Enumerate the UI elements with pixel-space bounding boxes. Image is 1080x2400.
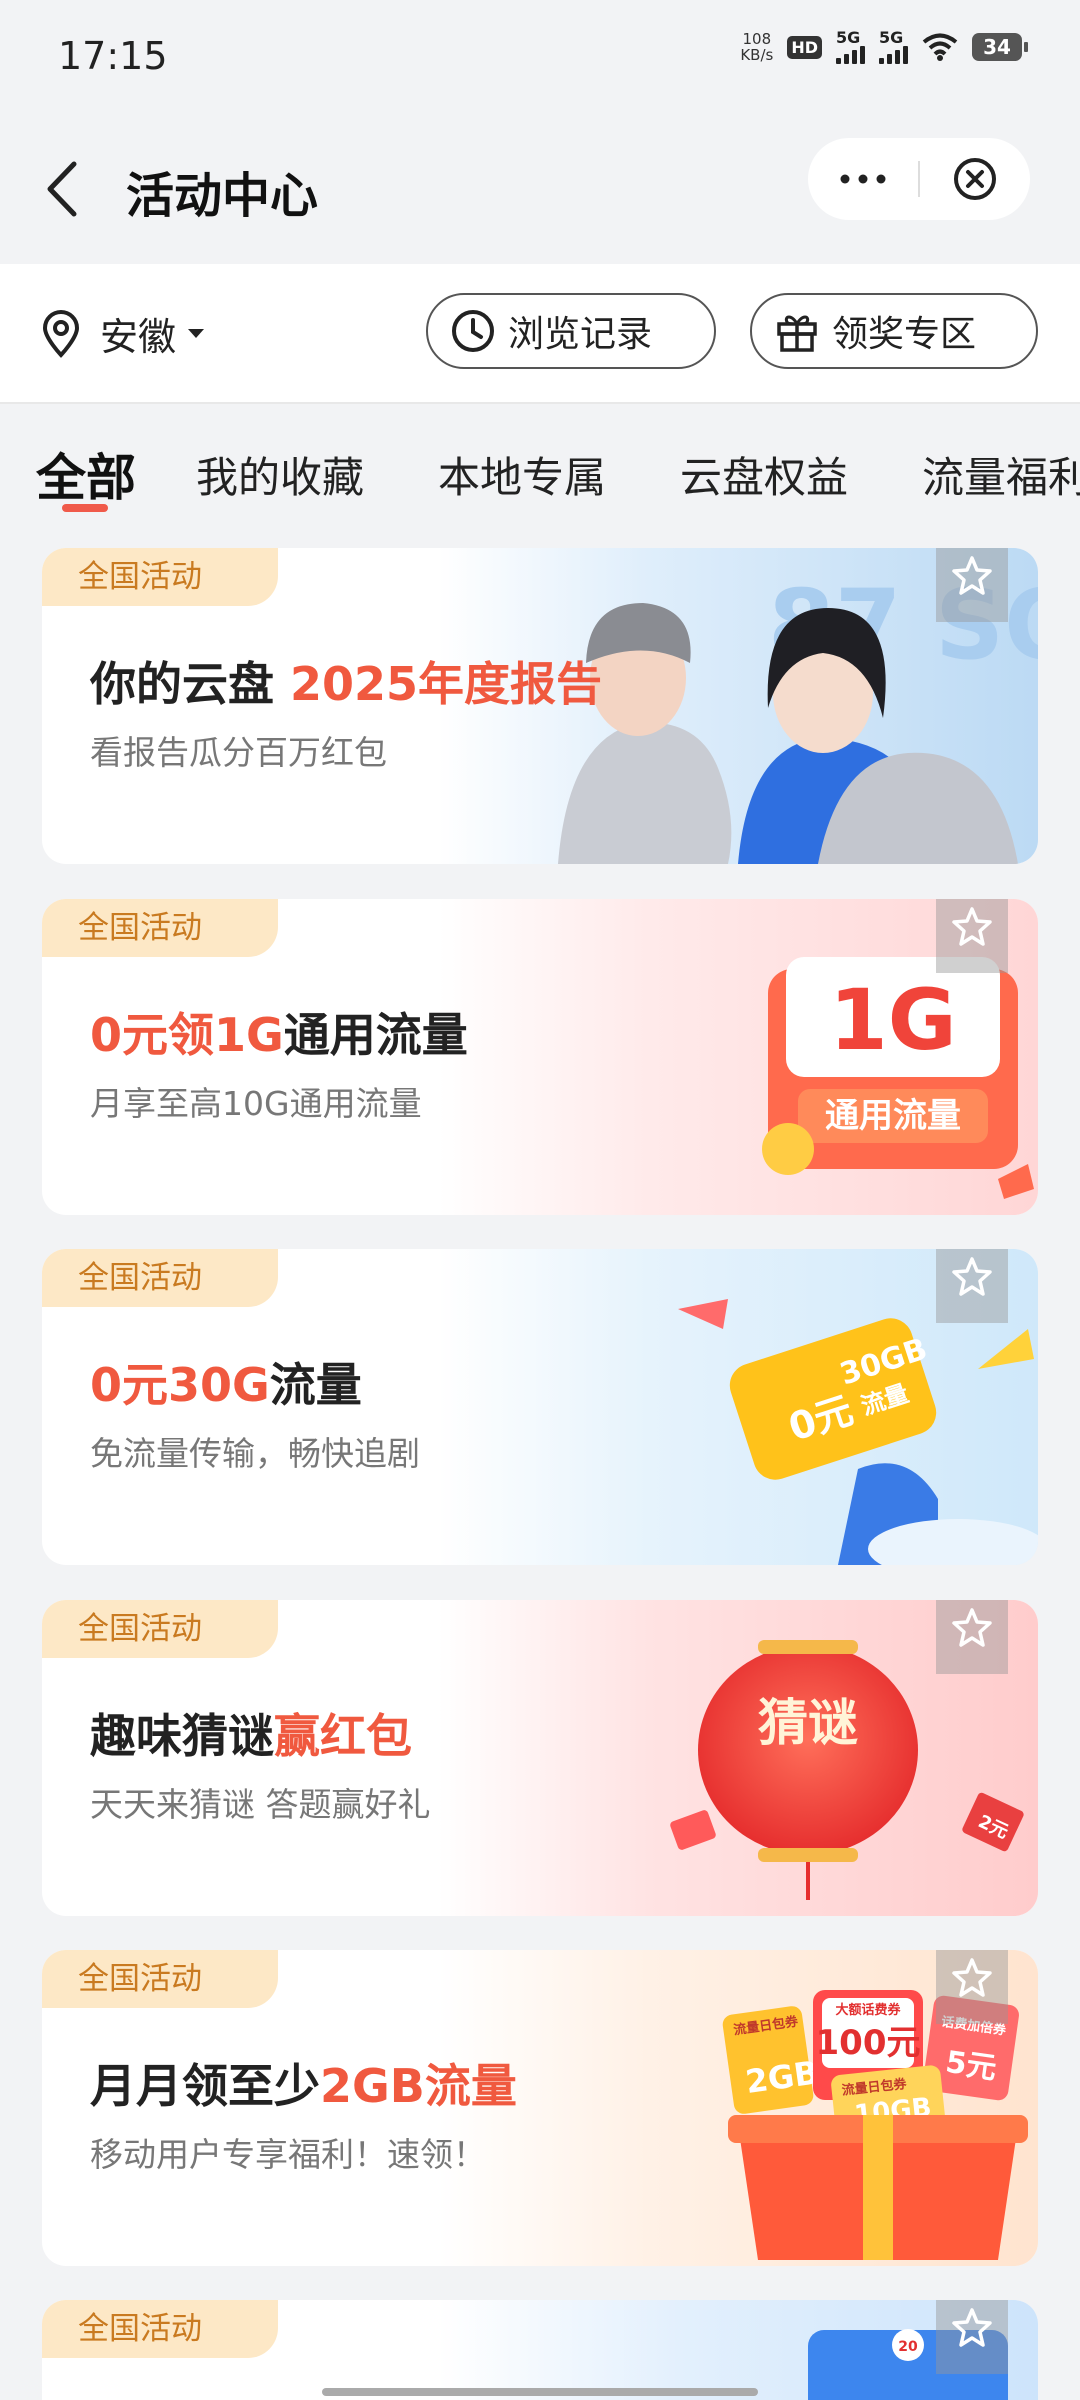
status-icons: 108 KB/s HD 5G 5G 34 xyxy=(740,30,1028,64)
favorite-button[interactable] xyxy=(936,1600,1008,1674)
browse-history-button[interactable]: 浏览记录 xyxy=(426,293,716,369)
activity-card-riddle[interactable]: 猜谜 2元 全国活动 趣味猜谜赢红包 天天来猜谜 答题赢好礼 xyxy=(42,1600,1038,1916)
clock-icon xyxy=(452,310,494,352)
star-icon xyxy=(952,1608,992,1647)
more-dots-icon xyxy=(840,174,886,184)
card-title: 趣味猜谜赢红包 xyxy=(90,1709,412,1763)
card-tag: 全国活动 xyxy=(42,1950,278,2008)
signal-sim1-icon: 5G xyxy=(836,30,865,64)
star-icon xyxy=(952,556,992,595)
card-subtitle: 看报告瓜分百万红包 xyxy=(90,733,387,772)
card-subtitle: 月享至高10G通用流量 xyxy=(90,1084,422,1123)
location-pin-icon xyxy=(42,309,80,358)
tab-favorites[interactable]: 我的收藏 xyxy=(196,444,364,505)
close-circle-icon xyxy=(954,158,996,200)
star-icon xyxy=(952,1257,992,1296)
tab-cloud-benefits[interactable]: 云盘权益 xyxy=(680,444,848,505)
filter-bar: 安徽 浏览记录 领奖专区 xyxy=(0,264,1080,404)
status-bar: 17:15 108 KB/s HD 5G 5G 34 xyxy=(0,0,1080,118)
location-label: 安徽 xyxy=(100,315,177,359)
star-icon xyxy=(952,907,992,946)
star-icon xyxy=(952,1958,992,1997)
network-speed: 108 KB/s xyxy=(740,30,774,64)
svg-text:猜谜: 猜谜 xyxy=(758,1694,858,1752)
svg-text:100元: 100元 xyxy=(816,2023,921,2063)
app-header: 活动中心 xyxy=(0,118,1080,264)
card-title: 0元30G流量 xyxy=(90,1358,362,1412)
wifi-icon xyxy=(922,33,958,61)
card-tag: 全国活动 xyxy=(42,1249,278,1307)
activity-card-monthly-2gb[interactable]: 流量日包券 2GB 大额话费券 100元 话费加倍券 5元 流量日包券 10GB… xyxy=(42,1950,1038,2266)
svg-text:20: 20 xyxy=(898,2339,918,2355)
mini-program-capsule xyxy=(808,138,1030,220)
svg-text:5元: 5元 xyxy=(943,2045,998,2087)
card-subtitle: 移动用户专享福利！速领！ xyxy=(90,2135,486,2174)
svg-text:通用流量: 通用流量 xyxy=(825,1096,961,1136)
caret-down-icon xyxy=(188,329,205,338)
location-selector[interactable]: 安徽 xyxy=(40,306,205,361)
activity-card-30g-data[interactable]: 0元 30GB 流量 全国活动 0元30G流量 免流量传输，畅快追剧 xyxy=(42,1249,1038,1565)
gift-icon xyxy=(777,315,817,352)
activity-card-partial[interactable]: 20 全国活动 xyxy=(42,2300,1038,2400)
prize-zone-button[interactable]: 领奖专区 xyxy=(750,293,1038,369)
favorite-button[interactable] xyxy=(936,1950,1008,2024)
star-icon xyxy=(952,2308,992,2347)
svg-text:大额话费券: 大额话费券 xyxy=(835,2002,901,2018)
card-subtitle: 免流量传输，畅快追剧 xyxy=(90,1434,420,1473)
card-tag: 全国活动 xyxy=(42,2300,278,2358)
browse-history-label: 浏览记录 xyxy=(508,314,653,355)
favorite-button[interactable] xyxy=(936,2300,1008,2374)
status-time: 17:15 xyxy=(58,34,168,78)
favorite-button[interactable] xyxy=(936,1249,1008,1323)
favorite-button[interactable] xyxy=(936,899,1008,973)
prize-zone-label: 领奖专区 xyxy=(832,314,977,355)
svg-text:1G: 1G xyxy=(829,971,956,1069)
page-title: 活动中心 xyxy=(126,168,319,224)
more-button[interactable] xyxy=(808,138,918,220)
close-button[interactable] xyxy=(920,138,1030,220)
active-tab-indicator xyxy=(62,504,108,512)
back-arrow-icon[interactable] xyxy=(40,154,90,224)
activity-card-cloud-report[interactable]: 87 SO 全国活动 你的云盘 2025年度报告 看报告瓜分百万红包 xyxy=(42,548,1038,864)
card-tag: 全国活动 xyxy=(42,548,278,606)
home-indicator[interactable] xyxy=(322,2388,758,2396)
card-subtitle: 天天来猜谜 答题赢好礼 xyxy=(90,1785,431,1824)
card-tag: 全国活动 xyxy=(42,1600,278,1658)
card-tag: 全国活动 xyxy=(42,899,278,957)
favorite-button[interactable] xyxy=(936,548,1008,622)
tab-data-welfare[interactable]: 流量福利 xyxy=(922,444,1080,505)
signal-sim2-icon: 5G xyxy=(879,30,908,64)
activity-card-1g-data[interactable]: 1G 通用流量 全国活动 0元领1G通用流量 月享至高10G通用流量 xyxy=(42,899,1038,1215)
tab-local[interactable]: 本地专属 xyxy=(438,444,606,505)
card-title: 月月领至少2GB流量 xyxy=(90,2059,517,2113)
battery-icon: 34 xyxy=(972,33,1028,61)
hd-icon: HD xyxy=(787,35,822,59)
card-title: 你的云盘 2025年度报告 xyxy=(90,657,603,711)
category-tabs: 全部 我的收藏 本地专属 云盘权益 流量福利 xyxy=(0,404,1080,524)
tab-all[interactable]: 全部 xyxy=(36,438,136,510)
card-title: 0元领1G通用流量 xyxy=(90,1008,468,1062)
